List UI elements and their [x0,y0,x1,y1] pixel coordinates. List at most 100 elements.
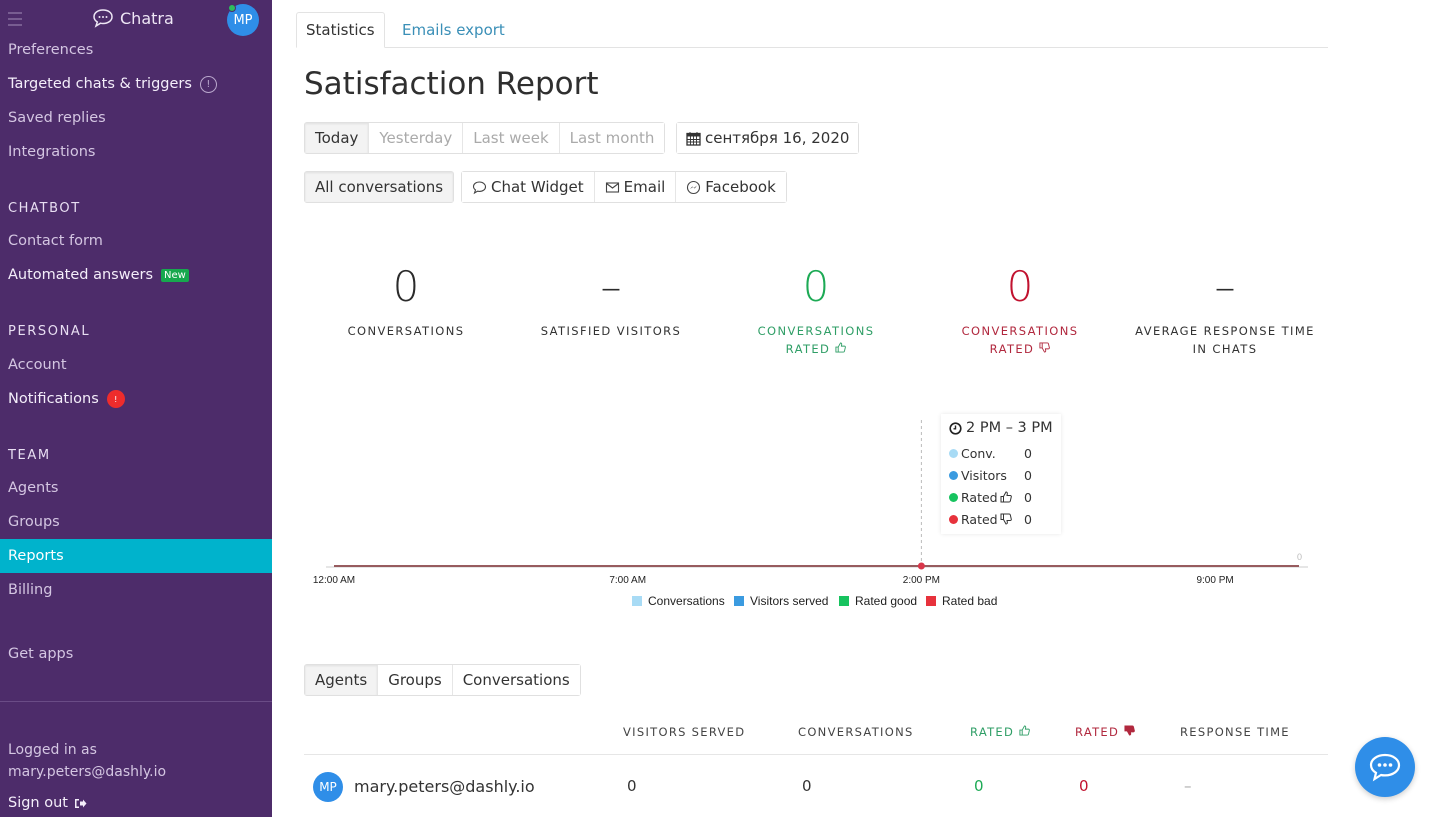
all-conversations-button[interactable]: All conversations [305,172,454,202]
sidebar-item-label: Groups [8,514,60,530]
clock-icon [949,421,962,435]
sidebar-item-saved-replies[interactable]: Saved replies [0,101,272,135]
sidebar-item-account[interactable]: Account [0,348,272,382]
x-tick-label: 12:00 AM [313,575,355,586]
column-header-conversations[interactable]: CONVERSATIONS [798,725,914,739]
section-heading-team: TEAM [8,448,51,463]
thumbs-down-icon [1124,725,1135,736]
stat-label-line: CONVERSATIONS [961,324,1079,338]
tooltip-row-label-text: Rated [961,489,998,505]
stat-label: SATISFIED VISITORS [540,324,682,338]
legend-label: Rated good [855,594,917,608]
stat-rated-good: 0 CONVERSATIONS RATED [716,258,916,358]
sidebar-item-label: Account [8,357,67,373]
chat-bubble-icon [1369,753,1401,782]
sidebar-item-preferences[interactable]: Preferences [0,33,272,67]
agent-email: mary.peters@dashly.io [354,777,535,796]
sidebar-item-reports[interactable]: Reports [0,539,272,573]
sidebar-item-label: Agents [8,480,59,496]
period-last-month-button[interactable]: Last month [559,123,665,153]
period-today-button[interactable]: Today [305,123,370,153]
visitors-served-value: 0 [627,777,637,795]
legend-label: Conversations [648,594,725,608]
sidebar-item-groups[interactable]: Groups [0,505,272,539]
period-yesterday-button[interactable]: Yesterday [369,123,464,153]
sidebar-item-billing[interactable]: Billing [0,573,272,607]
sidebar: Chatra MP Preferences Targeted chats & t… [0,0,272,817]
channel-facebook-button[interactable]: Facebook [676,172,786,202]
breakdown-tab-agents[interactable]: Agents [305,665,379,695]
sidebar-item-label: Billing [8,582,53,598]
stat-value: 0 [802,262,830,311]
column-header-visitors-served[interactable]: VISITORS SERVED [623,725,745,739]
column-header-response-time[interactable]: RESPONSE TIME [1180,725,1290,739]
thumbs-up-icon [1000,491,1012,503]
sidebar-item-automated-answers[interactable]: Automated answers New [0,258,272,292]
x-tick-label: 7:00 AM [609,575,646,586]
menu-icon[interactable] [8,12,22,26]
sidebar-item-label: Saved replies [8,110,106,126]
sign-out-link[interactable]: Sign out [8,795,87,811]
breakdown-tab-group: Agents Groups Conversations [304,664,581,696]
tooltip-row-label: Rated [961,490,1024,505]
brand-logo[interactable]: Chatra [92,8,174,28]
chat-widget-button[interactable] [1355,737,1415,797]
envelope-icon [605,181,619,193]
tooltip-row-label-text: Rated [961,511,998,527]
brand-name: Chatra [120,8,174,28]
tab-emails-export[interactable]: Emails export [393,12,514,48]
legend-dot [949,514,958,524]
stat-value: – [600,262,622,311]
stat-conversations: 0 CONVERSATIONS [306,258,506,340]
calendar-icon [686,131,701,146]
breakdown-tab-conversations[interactable]: Conversations [452,665,580,695]
logged-in-label: Logged in as [8,742,97,758]
channel-label: Facebook [705,178,776,196]
sidebar-item-label: Reports [8,548,64,564]
tooltip-row-rated-good: Rated 0 [949,486,1053,508]
sidebar-item-notifications[interactable]: Notifications! [0,382,272,416]
legend-swatch [926,596,936,606]
legend-swatch [632,596,642,606]
breakdown-tab-groups[interactable]: Groups [378,665,453,695]
legend-dot [949,470,958,480]
channel-email-button[interactable]: Email [594,172,677,202]
conversations-value: 0 [802,777,812,795]
x-tick-label: 2:00 PM [903,575,940,586]
sidebar-item-integrations[interactable]: Integrations [0,135,272,169]
sidebar-item-contact-form[interactable]: Contact form [0,224,272,258]
sidebar-item-get-apps[interactable]: Get apps [0,637,272,671]
y-tick-label: 0 [1297,552,1302,562]
stat-label-line: RATED [920,340,1120,358]
online-status-dot [228,4,236,12]
section-heading-chatbot: CHATBOT [8,201,81,216]
thumbs-up-icon [1019,725,1030,736]
tab-statistics[interactable]: Statistics [296,12,385,48]
sidebar-item-targeted-chats[interactable]: Targeted chats & triggers! [0,67,272,101]
tooltip-row-label: Visitors [961,467,1007,483]
info-icon[interactable]: ! [199,75,217,93]
channel-chat-widget-button[interactable]: Chat Widget [462,172,595,202]
sign-out-icon [74,798,87,808]
tooltip-row-value: 0 [1024,445,1032,461]
legend-label: Visitors served [750,594,828,608]
sidebar-item-label: Automated answers [8,267,154,283]
tooltip-title-text: 2 PM – 3 PM [966,420,1053,436]
tooltip-row-value: 0 [1024,511,1032,527]
date-picker-button[interactable]: сентября 16, 2020 [677,123,859,153]
logged-in-email: mary.peters@dashly.io [8,764,167,780]
sidebar-item-agents[interactable]: Agents [0,471,272,505]
tooltip-row-value: 0 [1024,489,1032,505]
legend-swatch [734,596,744,606]
sidebar-divider [0,701,272,702]
column-header-rated-bad[interactable]: RATED [1075,725,1135,739]
period-last-week-button[interactable]: Last week [463,123,560,153]
sign-out-label: Sign out [8,795,68,811]
sidebar-item-label: Preferences [8,42,94,58]
agent-avatar: MP [313,772,343,802]
column-header-rated-good[interactable]: RATED [970,725,1030,739]
highlight-point [917,562,925,570]
response-time-value: – [1184,777,1192,795]
tooltip-row-value: 0 [1024,467,1032,483]
column-header-text: RATED [1075,725,1120,739]
